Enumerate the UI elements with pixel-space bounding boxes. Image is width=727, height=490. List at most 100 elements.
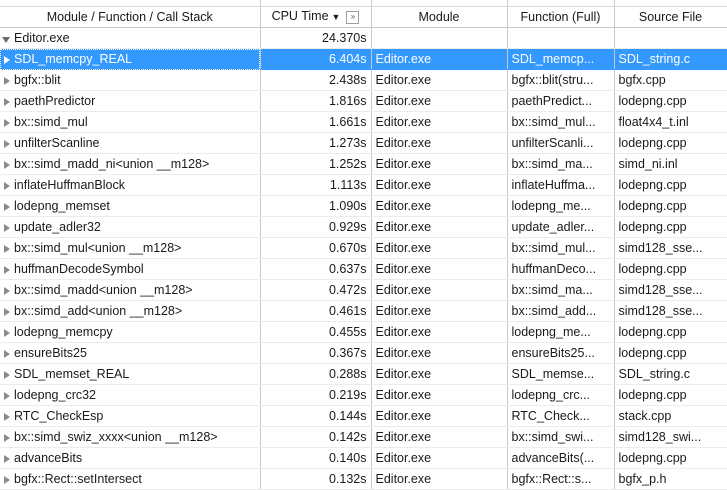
function-name: bx::simd_swiz_xxxx<union __m128>: [14, 430, 218, 444]
cpu-time-cell: 2.438s: [260, 69, 372, 91]
table-row[interactable]: lodepng_memcpy 0.455s Editor.exe lodepng_me…: [0, 321, 727, 343]
expand-arrow-icon[interactable]: [4, 56, 10, 64]
cpu-time-cell: 1.816s: [260, 90, 372, 112]
column-header-function[interactable]: Function (Full): [507, 7, 615, 28]
column-header-cpu-time[interactable]: CPU Time ▼ »: [260, 7, 372, 28]
table-row-root[interactable]: Editor.exe 24.370s: [0, 27, 727, 49]
expand-columns-button[interactable]: »: [346, 11, 360, 24]
table-row[interactable]: paethPredictor 1.816s Editor.exe paethPredi…: [0, 90, 727, 112]
source-file-cell: lodepng.cpp: [614, 447, 727, 469]
function-name-cell: paethPredictor: [0, 90, 261, 112]
expand-arrow-icon[interactable]: [4, 245, 10, 253]
function-name-cell: SDL_memcpy_REAL: [0, 48, 261, 70]
table-row[interactable]: lodepng_crc32 0.219s Editor.exe lodepng_crc…: [0, 384, 727, 406]
column-header-name[interactable]: Module / Function / Call Stack: [0, 7, 261, 28]
source-file-cell: lodepng.cpp: [614, 216, 727, 238]
table-row[interactable]: advanceBits 0.140s Editor.exe advanceBits(.…: [0, 447, 727, 469]
function-name: SDL_memcpy_REAL: [14, 52, 133, 66]
expand-arrow-icon[interactable]: [4, 392, 10, 400]
function-full-cell: bx::simd_ma...: [507, 153, 615, 175]
function-name-cell: advanceBits: [0, 447, 261, 469]
expand-arrow-icon[interactable]: [4, 350, 10, 358]
module-cell: Editor.exe: [371, 69, 508, 91]
hotspot-grid: Module / Function / Call Stack CPU Time ▼…: [0, 7, 727, 490]
expand-arrow-icon[interactable]: [4, 224, 10, 232]
module-cell: Editor.exe: [371, 468, 508, 490]
table-row[interactable]: unfilterScanline 1.273s Editor.exe unfilter…: [0, 132, 727, 154]
column-header-source-label: Source File: [638, 10, 703, 24]
module-cell: Editor.exe: [371, 216, 508, 238]
table-row[interactable]: bgfx::Rect::setIntersect 0.132s Editor.exe…: [0, 468, 727, 490]
module-cell: Editor.exe: [371, 300, 508, 322]
source-file-cell: lodepng.cpp: [614, 195, 727, 217]
function-name-cell: RTC_CheckEsp: [0, 405, 261, 427]
table-row[interactable]: SDL_memset_REAL 0.288s Editor.exe SDL_memse…: [0, 363, 727, 385]
function-name: bx::simd_mul: [14, 115, 88, 129]
expand-arrow-icon[interactable]: [4, 434, 10, 442]
expand-arrow-icon[interactable]: [4, 119, 10, 127]
root-source-cell: [614, 27, 727, 49]
module-cell: Editor.exe: [371, 48, 508, 70]
expand-arrow-icon[interactable]: [4, 266, 10, 274]
module-cell: Editor.exe: [371, 279, 508, 301]
expand-arrow-icon[interactable]: [4, 308, 10, 316]
source-file-cell: lodepng.cpp: [614, 174, 727, 196]
function-name-cell: bgfx::blit: [0, 69, 261, 91]
table-row[interactable]: bx::simd_swiz_xxxx<union __m128> 0.142s Ed…: [0, 426, 727, 448]
table-row[interactable]: ensureBits25 0.367s Editor.exe ensureBits25…: [0, 342, 727, 364]
function-full-cell: inflateHuffma...: [507, 174, 615, 196]
source-file-cell: lodepng.cpp: [614, 384, 727, 406]
table-row[interactable]: update_adler32 0.929s Editor.exe update_adl…: [0, 216, 727, 238]
table-row[interactable]: SDL_memcpy_REAL 6.404s Editor.exe SDL_memcp…: [0, 48, 727, 70]
table-row[interactable]: RTC_CheckEsp 0.144s Editor.exe RTC_Check...…: [0, 405, 727, 427]
cpu-time-cell: 1.090s: [260, 195, 372, 217]
expand-arrow-icon[interactable]: [4, 161, 10, 169]
table-row[interactable]: bx::simd_madd_ni<union __m128> 1.252s Edit…: [0, 153, 727, 175]
source-file-cell: SDL_string.c: [614, 363, 727, 385]
table-row[interactable]: bx::simd_mul<union __m128> 0.670s Editor.e…: [0, 237, 727, 259]
expand-arrow-icon[interactable]: [4, 476, 10, 484]
expand-arrow-icon[interactable]: [4, 413, 10, 421]
function-full-cell: bx::simd_mul...: [507, 111, 615, 133]
expand-arrow-icon[interactable]: [4, 140, 10, 148]
table-row[interactable]: bx::simd_mul 1.661s Editor.exe bx::simd_mul…: [0, 111, 727, 133]
function-name: ensureBits25: [14, 346, 87, 360]
function-name: advanceBits: [14, 451, 83, 465]
function-full-cell: bgfx::Rect::s...: [507, 468, 615, 490]
strip-divider: [507, 0, 508, 6]
expand-arrow-icon[interactable]: [4, 287, 10, 295]
table-row[interactable]: lodepng_memset 1.090s Editor.exe lodepng_me…: [0, 195, 727, 217]
expand-arrow-icon[interactable]: [4, 455, 10, 463]
expand-arrow-icon[interactable]: [4, 182, 10, 190]
column-header-module[interactable]: Module: [371, 7, 508, 28]
cpu-time-cell: 6.404s: [260, 48, 372, 70]
function-full-cell: advanceBits(...: [507, 447, 615, 469]
collapse-arrow-icon[interactable]: [2, 37, 10, 43]
function-full-cell: paethPredict...: [507, 90, 615, 112]
table-row[interactable]: huffmanDecodeSymbol 0.637s Editor.exe huffm…: [0, 258, 727, 280]
table-row[interactable]: bgfx::blit 2.438s Editor.exe bgfx::blit(str…: [0, 69, 727, 91]
expand-arrow-icon[interactable]: [4, 371, 10, 379]
function-name-cell: update_adler32: [0, 216, 261, 238]
function-name: lodepng_memcpy: [14, 325, 113, 339]
expand-arrow-icon[interactable]: [4, 77, 10, 85]
column-header-module-label: Module: [418, 10, 460, 24]
cpu-time-cell: 0.132s: [260, 468, 372, 490]
function-name: unfilterScanline: [14, 136, 100, 150]
function-full-cell: SDL_memcp...: [507, 48, 615, 70]
column-header-source[interactable]: Source File: [614, 7, 727, 28]
expand-arrow-icon[interactable]: [4, 98, 10, 106]
table-row[interactable]: bx::simd_add<union __m128> 0.461s Editor.e…: [0, 300, 727, 322]
module-cell: Editor.exe: [371, 132, 508, 154]
function-full-cell: huffmanDeco...: [507, 258, 615, 280]
table-row[interactable]: bx::simd_madd<union __m128> 0.472s Editor.…: [0, 279, 727, 301]
function-full-cell: bx::simd_mul...: [507, 237, 615, 259]
expand-arrow-icon[interactable]: [4, 203, 10, 211]
source-file-cell: stack.cpp: [614, 405, 727, 427]
table-row[interactable]: inflateHuffmanBlock 1.113s Editor.exe infla…: [0, 174, 727, 196]
cpu-time-cell: 0.637s: [260, 258, 372, 280]
expand-arrow-icon[interactable]: [4, 329, 10, 337]
cpu-time-cell: 0.144s: [260, 405, 372, 427]
function-name: bgfx::blit: [14, 73, 61, 87]
cpu-time-cell: 0.219s: [260, 384, 372, 406]
